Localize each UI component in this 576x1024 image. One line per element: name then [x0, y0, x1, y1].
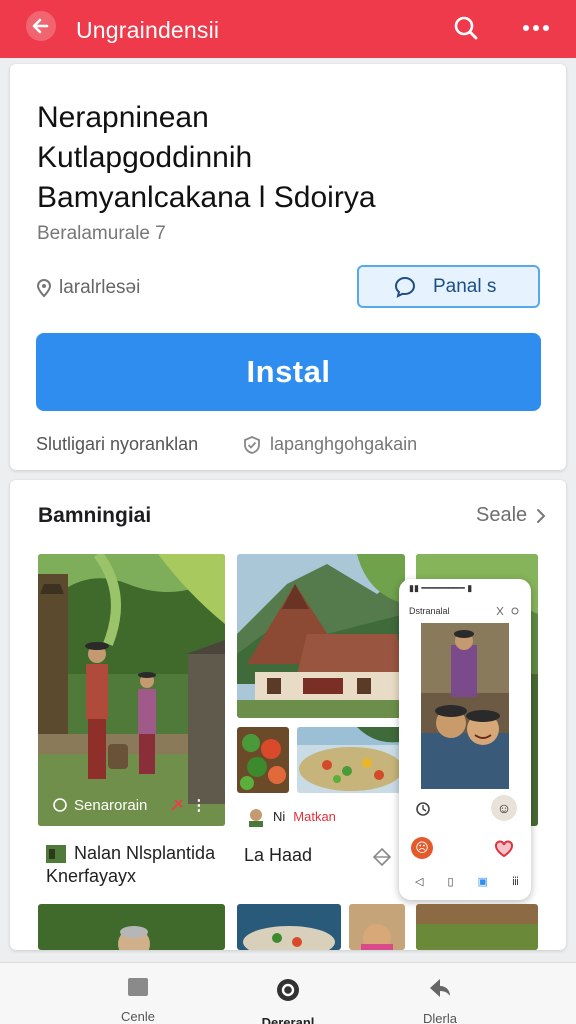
chat-bubble-icon [53, 798, 67, 812]
location-text: laralrlesəi [59, 277, 141, 298]
gallery-icon[interactable]: ▣ [478, 875, 488, 888]
see-all-link[interactable]: Seale [476, 504, 547, 527]
location-row: laralrlesəi [35, 277, 140, 299]
screenshot-tile-temple[interactable] [38, 554, 225, 826]
gallery-title: Bamningiai [38, 504, 152, 527]
screenshot-tile-bottom-2[interactable] [237, 904, 341, 950]
phone-header-icons [496, 606, 519, 616]
square-icon [128, 978, 148, 996]
more-dots-icon[interactable] [520, 14, 552, 42]
tile-tag-a: Ni [273, 809, 286, 824]
tile-label-1-line2: Knerfayayx [46, 866, 137, 886]
tile-label-2: La Haad [244, 845, 313, 865]
back-arrow-icon [430, 979, 450, 997]
shield-check-icon [244, 435, 260, 454]
reaction-emoji-icon[interactable]: ☹ [411, 837, 433, 859]
phone-bottom-icons: ◁ ▯ ▣ ⅲ [415, 875, 519, 888]
app-info-card: Nerapninean Kutlapgoddinnih Bamyanlcakan… [10, 64, 566, 470]
more-vert-icon[interactable]: ⋮ [191, 796, 206, 814]
chevron-right-icon [537, 508, 546, 523]
back-arrow-icon[interactable] [26, 11, 56, 41]
pin-icon [171, 799, 184, 811]
nav-label: Cenle [121, 1009, 155, 1024]
location-pin-icon [36, 279, 52, 298]
meta-left-text: Slutligari nyoranklan [36, 434, 199, 454]
tile-caption-text: Senarorain [74, 796, 148, 814]
pill-label: Panal s [433, 275, 497, 297]
headline-line: Bamyanlcakana l Sdoirya [37, 181, 376, 214]
emoji-avatar-icon[interactable]: ☺ [491, 795, 517, 821]
avatar [249, 808, 263, 827]
app-bar-title: Ungraindensii [76, 17, 220, 43]
phone-nav-more-icon[interactable]: ⅲ [512, 875, 519, 888]
screenshot-tile-bottom-1[interactable] [38, 904, 225, 950]
app-subtitle: Beralamurale 7 [37, 223, 166, 244]
phone-status-bar: ▮▮ ━━━━━━━━ ▮ [409, 583, 473, 593]
nav-label: Dlerla [423, 1011, 457, 1024]
screenshot-tile-house[interactable] [237, 554, 405, 718]
phone-photo [421, 623, 509, 789]
clock-icon[interactable] [415, 801, 431, 817]
gallery-card: Bamningiai Seale Senarorain ⋮ Ni Matkan … [10, 480, 566, 950]
tile-tag-b: Matkan [293, 809, 336, 824]
screenshot-tile-market[interactable] [297, 727, 405, 793]
tile-label-1: Nalan Nlsplantida Knerfayayx [46, 842, 215, 888]
bottom-nav: Cenle Dereranl Dlerla [0, 962, 576, 1024]
phone-mockup[interactable]: ▮▮ ━━━━━━━━ ▮ Dstranalal ☺ ☹ ◁ ▯ ▣ ⅲ [399, 579, 531, 900]
install-button[interactable]: Instal [36, 333, 541, 411]
tile-tag-row: Ni Matkan [247, 805, 336, 828]
secondary-pill-button[interactable]: Panal s [357, 265, 540, 308]
screenshot-tile-salad[interactable] [237, 727, 289, 793]
screenshot-tile-bottom-3[interactable] [349, 904, 405, 950]
diamond-icon[interactable] [371, 846, 393, 868]
heart-icon[interactable] [493, 837, 515, 859]
nav-item-center[interactable]: Dereranl [228, 977, 348, 1024]
record-icon [277, 979, 299, 1001]
nav-item-back[interactable]: Dlerla [380, 977, 500, 1024]
phone-title: Dstranalal [409, 606, 450, 616]
screenshot-tile-bottom-4[interactable] [416, 904, 538, 950]
tile-caption: Senarorain ⋮ [52, 796, 206, 814]
app-headline: Nerapninean Kutlapgoddinnih Bamyanlcakan… [37, 98, 547, 218]
meta-right-text: lapanghgohgakain [270, 434, 418, 454]
nav-label: Dereranl [261, 1015, 315, 1024]
meta-right: lapanghgohgakain [242, 434, 417, 455]
thumbnail-icon [46, 844, 66, 863]
phone-nav-back-icon[interactable]: ◁ [415, 875, 423, 888]
app-bar: Ungraindensii [0, 0, 576, 58]
chat-bubble-icon [394, 276, 415, 298]
see-all-label: Seale [476, 504, 528, 526]
bookmark-icon[interactable]: ▯ [447, 875, 453, 888]
nav-item-home[interactable]: Cenle [78, 977, 198, 1024]
headline-line: Kutlapgoddinnih [37, 141, 253, 174]
tile-label-1-line1: Nalan Nlsplantida [74, 843, 216, 863]
headline-line: Nerapninean [37, 101, 209, 134]
search-icon[interactable] [452, 14, 480, 42]
